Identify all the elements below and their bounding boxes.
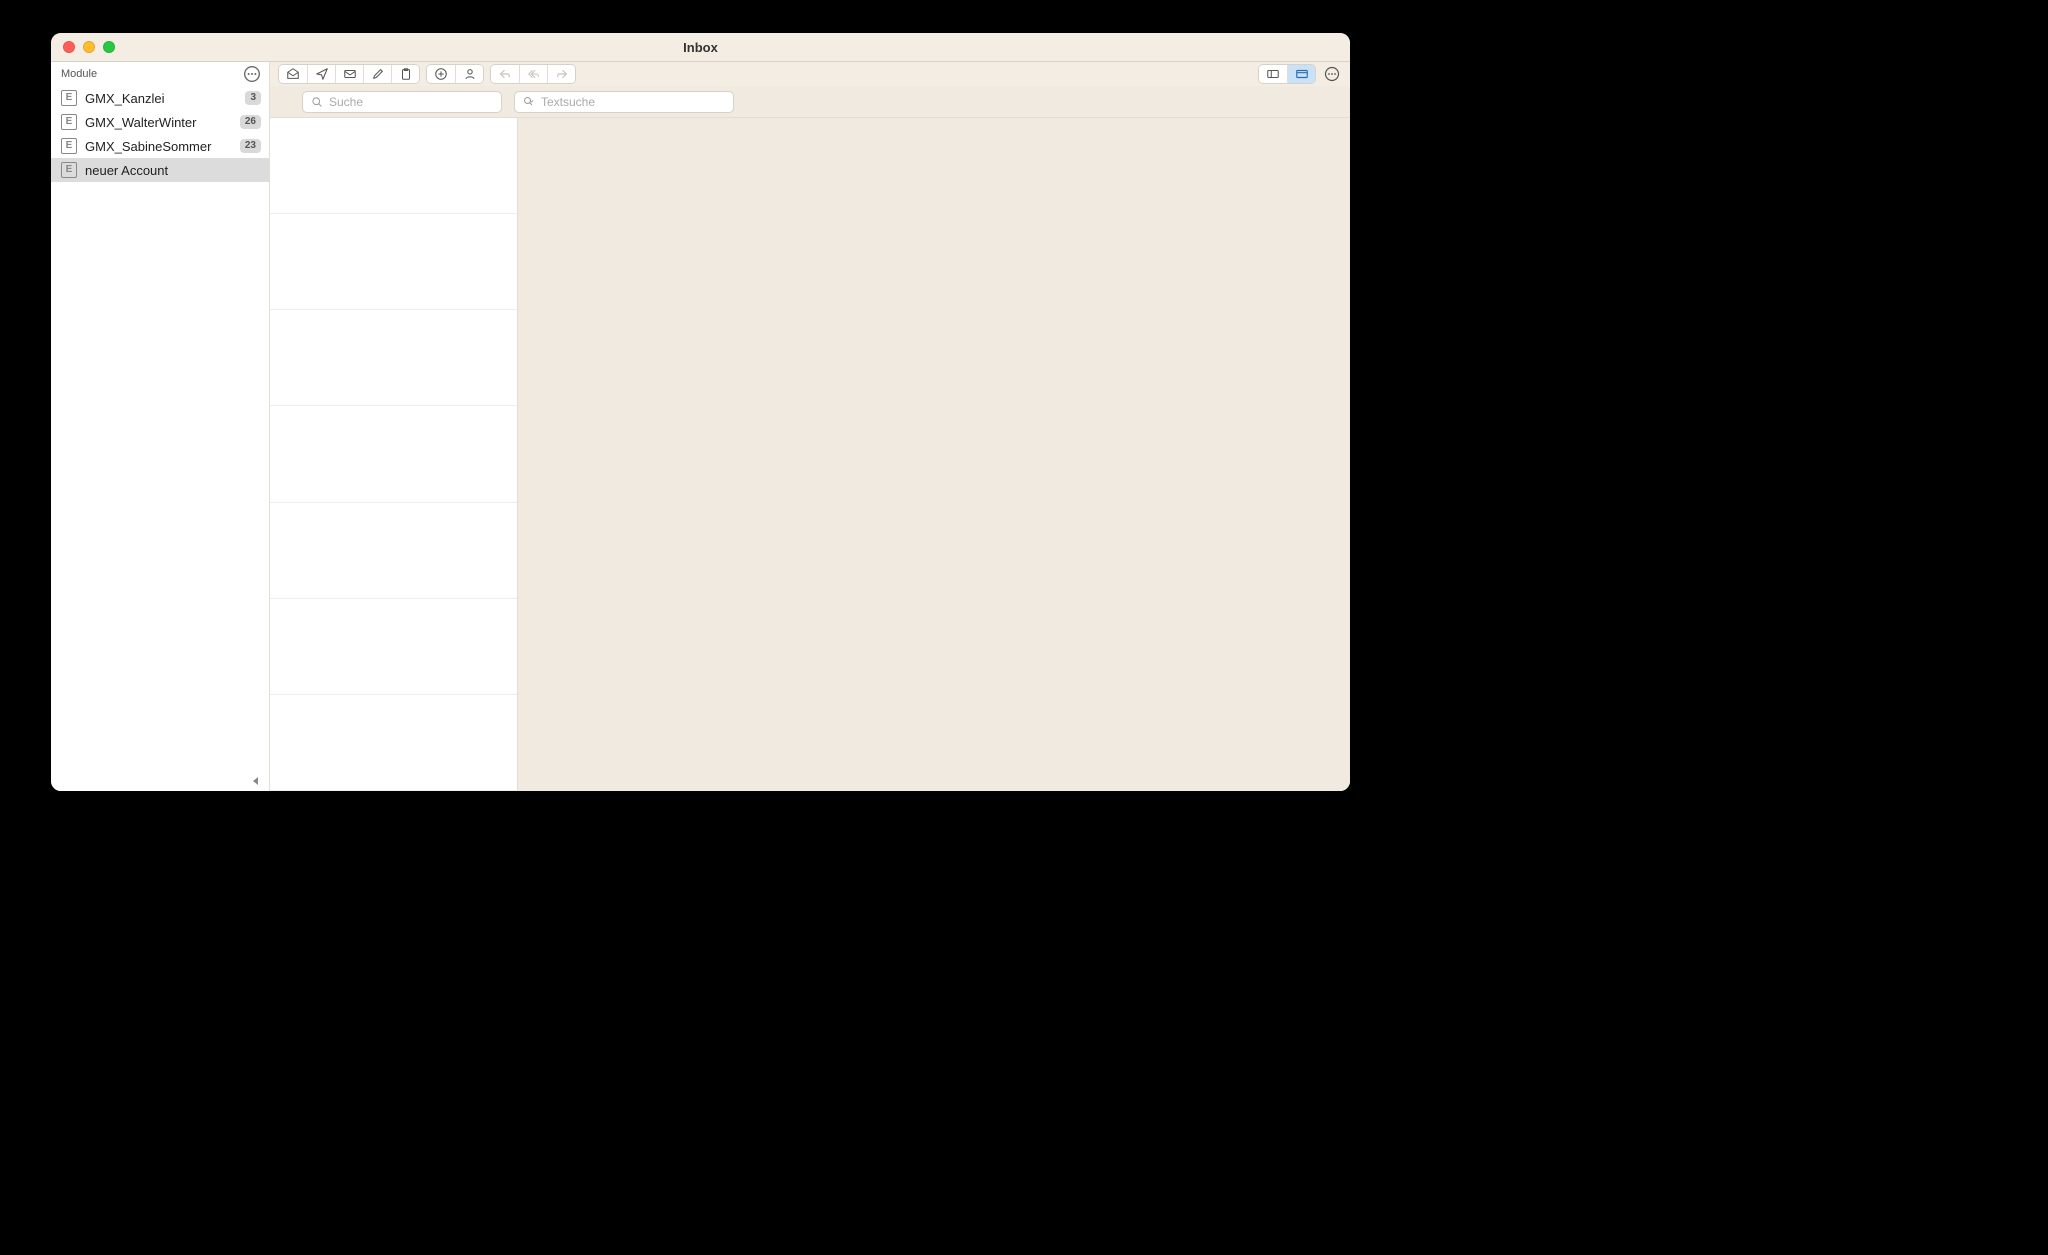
archive-button[interactable] — [391, 65, 419, 83]
account-type-icon: E — [61, 90, 77, 106]
layout-sidebar-icon — [1266, 67, 1280, 81]
titlebar: Inbox — [51, 33, 1350, 61]
window-minimize-button[interactable] — [83, 41, 95, 53]
send-mail-button[interactable] — [307, 65, 335, 83]
unread-badge: 3 — [245, 91, 261, 105]
add-contact-button[interactable] — [455, 65, 483, 83]
reply-all-icon — [527, 67, 541, 81]
sidebar-footer — [51, 773, 269, 791]
pencil-icon — [371, 67, 385, 81]
open-envelope-icon — [286, 67, 300, 81]
message-row[interactable] — [270, 695, 517, 791]
toolbar-group-reply — [490, 64, 576, 84]
plus-circle-icon — [434, 67, 448, 81]
toolbar-overflow-button[interactable] — [1322, 64, 1342, 84]
traffic-lights — [51, 41, 115, 53]
message-row[interactable] — [270, 214, 517, 310]
view-content-button[interactable] — [1287, 65, 1315, 83]
account-item[interactable]: E GMX_Kanzlei 3 — [51, 86, 269, 110]
envelope-icon — [343, 67, 357, 81]
sidebar-menu-button[interactable] — [243, 65, 261, 83]
message-list — [270, 118, 518, 791]
search-box[interactable] — [302, 91, 502, 113]
ellipsis-circle-icon — [1324, 66, 1340, 82]
forward-icon — [555, 67, 569, 81]
message-preview — [518, 118, 1350, 791]
window-title: Inbox — [51, 40, 1350, 55]
body: Module EGMX_Kanzlei3EGMX_WalterWinter26E… — [51, 61, 1350, 791]
toolbar-group-view — [1258, 64, 1316, 84]
window-zoom-button[interactable] — [103, 41, 115, 53]
toolbar — [270, 62, 1350, 86]
clipboard-icon — [399, 67, 413, 81]
search-row — [270, 86, 1350, 118]
toolbar-group-mail-actions — [278, 64, 420, 84]
paper-plane-icon — [315, 67, 329, 81]
sidebar-header-label: Module — [61, 68, 97, 80]
reply-icon — [498, 67, 512, 81]
person-icon — [463, 67, 477, 81]
account-item[interactable]: E GMX_SabineSommer 23 — [51, 134, 269, 158]
message-row[interactable] — [270, 118, 517, 214]
new-mail-button[interactable] — [335, 65, 363, 83]
message-row[interactable] — [270, 406, 517, 502]
search-icon — [311, 96, 323, 108]
search-dropdown-icon — [523, 96, 535, 108]
account-item[interactable]: E GMX_WalterWinter 26 — [51, 110, 269, 134]
message-row[interactable] — [270, 599, 517, 695]
account-item[interactable]: Eneuer Account — [51, 158, 269, 182]
content — [270, 118, 1350, 791]
message-row[interactable] — [270, 503, 517, 599]
account-label: GMX_WalterWinter — [85, 115, 232, 130]
app-window: Inbox Module E GMX_Kanzlei 3 E GMX_WalterWin… — [51, 33, 1350, 791]
toolbar-group-add — [426, 64, 484, 84]
reply-all-button[interactable] — [519, 65, 547, 83]
main — [270, 62, 1350, 791]
sidebar: Module EGMX_Kanzlei3EGMX_WalterWinter26E… — [51, 62, 270, 791]
account-label: GMX_SabineSommer — [85, 139, 232, 154]
account-type-icon: E — [61, 114, 77, 130]
window-close-button[interactable] — [63, 41, 75, 53]
forward-button[interactable] — [547, 65, 575, 83]
view-sidebar-button[interactable] — [1259, 65, 1287, 83]
textsearch-input[interactable] — [541, 95, 725, 109]
add-button[interactable] — [427, 65, 455, 83]
triangle-left-icon — [251, 776, 261, 786]
textsearch-box[interactable] — [514, 91, 734, 113]
search-input[interactable] — [329, 95, 493, 109]
compose-button[interactable] — [363, 65, 391, 83]
account-type-icon: E — [61, 162, 77, 178]
ellipsis-circle-icon — [243, 65, 261, 83]
account-label: neuer Account — [85, 163, 261, 178]
account-label: GMX_Kanzlei — [85, 91, 237, 106]
account-type-icon: E — [61, 138, 77, 154]
reply-button[interactable] — [491, 65, 519, 83]
get-mail-button[interactable] — [279, 65, 307, 83]
unread-badge: 23 — [240, 139, 261, 153]
collapse-sidebar-button[interactable] — [251, 776, 261, 789]
unread-badge: 26 — [240, 115, 261, 129]
sidebar-header: Module — [51, 62, 269, 86]
layout-window-icon — [1295, 67, 1309, 81]
account-list: E GMX_Kanzlei 3 E GMX_WalterWinter 26 E GMX_Sab… — [51, 86, 269, 773]
message-row[interactable] — [270, 310, 517, 406]
